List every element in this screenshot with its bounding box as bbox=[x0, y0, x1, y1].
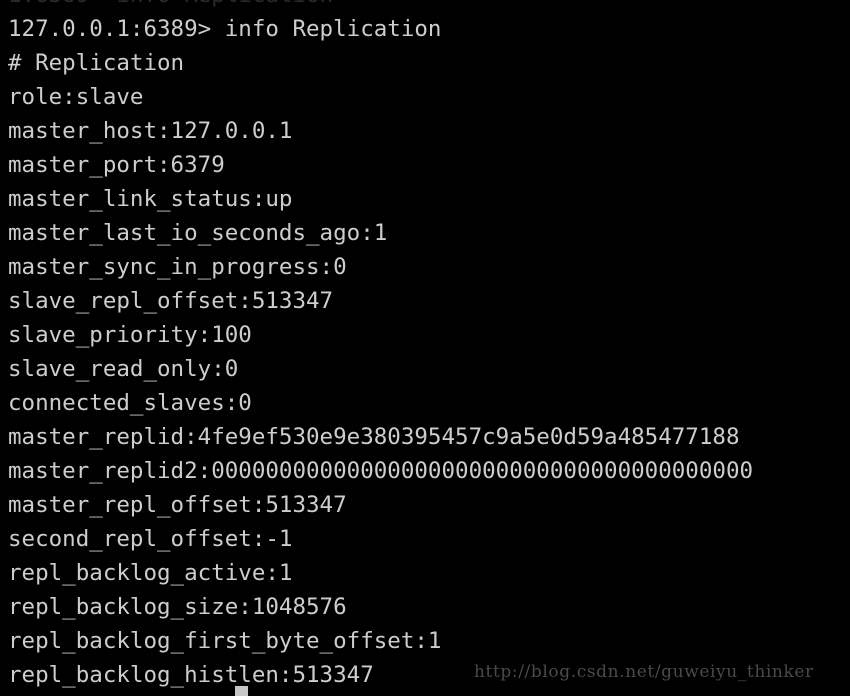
terminal-line-connected-slaves: connected_slaves:0 bbox=[8, 390, 252, 416]
terminal-line-section-header: # Replication bbox=[8, 50, 185, 76]
terminal-line-next-prompt: 127.0.0.1:6389> bbox=[8, 692, 850, 696]
terminal-line-master-link-status: master_link_status:up bbox=[8, 186, 293, 212]
terminal-line-slave-priority: slave_priority:100 bbox=[8, 322, 252, 348]
terminal-line-master-host: master_host:127.0.0.1 bbox=[8, 118, 293, 144]
terminal-line-slave-repl-offset: slave_repl_offset:513347 bbox=[8, 288, 334, 314]
terminal-line-master-last-io-seconds-ago: master_last_io_seconds_ago:1 bbox=[8, 220, 388, 246]
terminal-line-scrollback-partial: 1:6389> info Replication bbox=[8, 0, 850, 12]
terminal-line-repl-backlog-histlen: repl_backlog_histlen:513347 bbox=[8, 662, 374, 688]
terminal-line-master-repl-offset: master_repl_offset:513347 bbox=[8, 492, 347, 518]
terminal-line-master-sync-in-progress: master_sync_in_progress:0 bbox=[8, 254, 347, 280]
terminal-line-second-repl-offset: second_repl_offset:-1 bbox=[8, 526, 293, 552]
terminal-line-slave-read-only: slave_read_only:0 bbox=[8, 356, 239, 382]
terminal-cursor bbox=[235, 686, 248, 696]
terminal-output-screen: 1:6389> info Replication 127.0.0.1:6389>… bbox=[8, 0, 850, 696]
terminal-line-master-replid2: master_replid2:0000000000000000000000000… bbox=[8, 458, 754, 484]
terminal-line-repl-backlog-active: repl_backlog_active:1 bbox=[8, 560, 293, 586]
terminal-line-master-port: master_port:6379 bbox=[8, 152, 225, 178]
terminal-window[interactable]: 1:6389> info Replication 127.0.0.1:6389>… bbox=[0, 0, 850, 696]
terminal-line-repl-backlog-first-byte-offset: repl_backlog_first_byte_offset:1 bbox=[8, 628, 442, 654]
terminal-line-repl-backlog-size: repl_backlog_size:1048576 bbox=[8, 594, 347, 620]
terminal-line-role: role:slave bbox=[8, 84, 144, 110]
terminal-line-prompt-command: 127.0.0.1:6389> info Replication bbox=[8, 16, 442, 42]
terminal-line-master-replid: master_replid:4fe9ef530e9e380395457c9a5e… bbox=[8, 424, 740, 450]
